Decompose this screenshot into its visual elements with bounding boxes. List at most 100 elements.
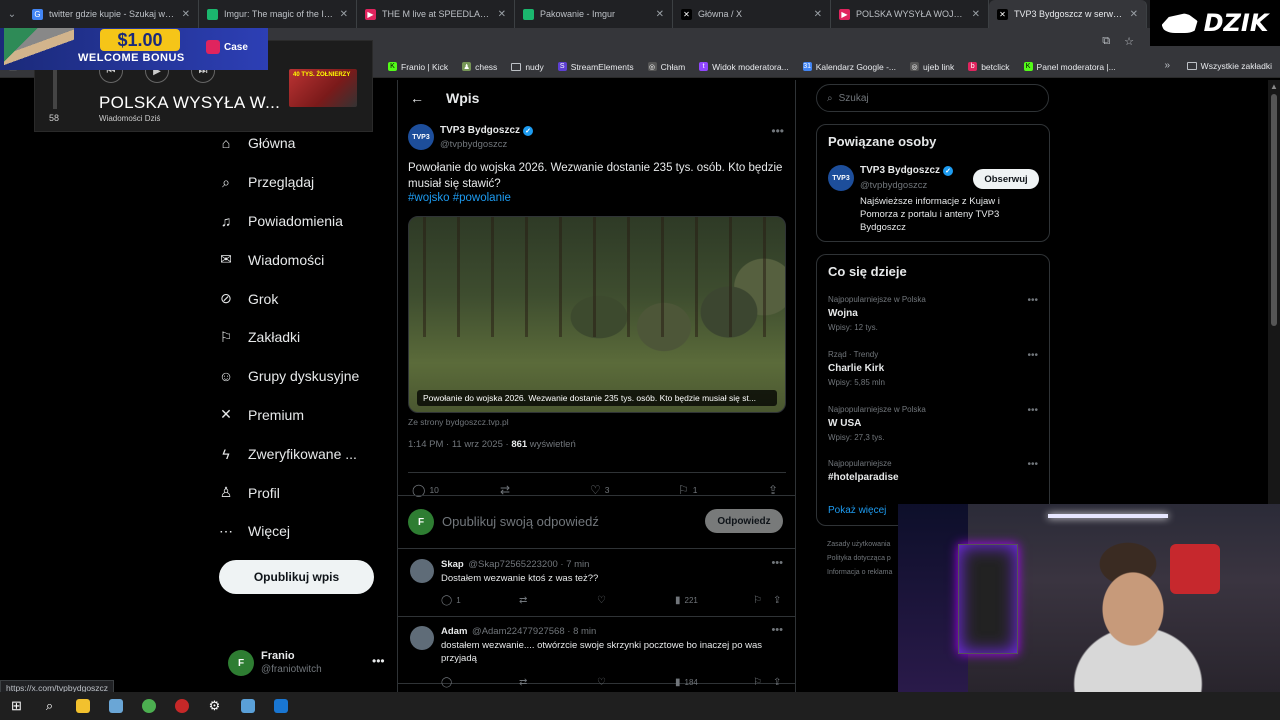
windows-start-icon[interactable]: ⊞ — [0, 692, 33, 720]
file-explorer-icon[interactable] — [66, 692, 99, 720]
avatar[interactable]: TVP3 — [408, 124, 434, 150]
all-bookmarks-button[interactable]: Wszystkie zakładki — [1186, 61, 1272, 71]
bookmark-item[interactable]: t Widok moderatora... — [692, 62, 796, 72]
scroll-up-arrow-icon[interactable]: ▲ — [1270, 82, 1278, 91]
reply-author[interactable]: Skap — [441, 559, 464, 570]
nav-item-communities[interactable]: ☺ Grupy dyskusyjne — [218, 357, 388, 396]
bookmark-item[interactable]: ◎ ujeb link — [903, 62, 961, 72]
nav-item-premium[interactable]: ✕ Premium — [218, 396, 388, 435]
reply-button[interactable]: ◯ — [441, 677, 456, 688]
bookmark-item[interactable]: 31 Kalendarz Google -... — [796, 62, 903, 72]
author-handle[interactable]: @tvpbydgoszcz — [440, 139, 507, 150]
obs-icon[interactable] — [165, 692, 198, 720]
browser-tab[interactable]: ✕ Główna / X ✕ — [673, 0, 831, 28]
more-dots-icon[interactable]: ••• — [1027, 295, 1038, 306]
close-tab-icon[interactable]: ✕ — [814, 9, 822, 20]
reply-item[interactable]: Skap @Skap72565223200 · 7 min Dostałem w… — [398, 551, 795, 617]
bookmark-star-icon[interactable]: ☆ — [1124, 35, 1134, 48]
bookmark-item[interactable]: ♟ chess — [455, 62, 504, 72]
close-tab-icon[interactable]: ✕ — [340, 9, 348, 20]
browser-tab[interactable]: G twitter gdzie kupie - Szukaj w Google … — [24, 0, 199, 28]
close-tab-icon[interactable]: ✕ — [182, 9, 190, 20]
browser-tab[interactable]: ▶ POLSKA WYSYŁA WOJSKO - 40 ✕ — [831, 0, 989, 28]
nav-item-more[interactable]: ⋯ Więcej — [218, 512, 388, 551]
bookmark-item[interactable]: ◎ Chłam — [641, 62, 693, 72]
tweet-hashtags[interactable]: #wojsko #powolanie — [408, 192, 511, 204]
more-dots-icon[interactable]: ••• — [1027, 459, 1038, 470]
nav-item-notifications[interactable]: ♫ Powiadomienia — [218, 202, 388, 241]
nav-item-bookmarks[interactable]: ⚐ Zakładki — [218, 318, 388, 357]
settings-gear-icon[interactable]: ⚙ — [198, 692, 231, 720]
reply-author[interactable]: Adam — [441, 626, 467, 637]
more-dots-icon[interactable]: ••• — [1027, 405, 1038, 416]
account-switcher[interactable]: F Franio @franiotwitch ••• — [228, 650, 388, 680]
repost-button[interactable]: ⇄ — [519, 677, 527, 688]
nav-item-verified-orgs[interactable]: ϟ Zweryfikowane ... — [218, 434, 388, 473]
volume-slider[interactable] — [53, 69, 57, 109]
bookmark-item[interactable]: S StreamElements — [551, 62, 641, 72]
bookmark-item[interactable]: b betclick — [961, 62, 1016, 72]
repost-button[interactable]: ⇄ — [519, 595, 527, 606]
browser-tab[interactable]: Imgur: The magic of the Internet ✕ — [199, 0, 357, 28]
views-button[interactable]: ▮ 221 — [675, 595, 698, 606]
scrollbar-thumb[interactable] — [1271, 94, 1277, 326]
bookmark-item[interactable]: nudy — [504, 62, 550, 72]
avatar[interactable] — [410, 626, 434, 650]
trend-item[interactable]: Najpopularniejsze w Polska Wojna Wpisy: … — [828, 295, 1038, 332]
back-arrow-icon[interactable]: ← — [410, 90, 424, 106]
more-dots-icon[interactable]: ••• — [372, 654, 385, 668]
browser-tab-active[interactable]: ✕ TVP3 Bydgoszcz w serwisie X ✕ — [989, 0, 1147, 28]
trend-item[interactable]: Rząd · Trendy Charlie Kirk Wpisy: 5,85 m… — [828, 350, 1038, 387]
close-tab-icon[interactable]: ✕ — [972, 9, 980, 20]
browser-tab[interactable]: Pakowanie - Imgur ✕ — [515, 0, 673, 28]
more-bookmarks-chevron-icon[interactable]: » — [1164, 60, 1170, 71]
bookmark-button[interactable]: ⚐ — [753, 677, 762, 688]
reply-button[interactable]: ◯ 1 — [441, 595, 461, 606]
nav-item-explore[interactable]: ⌕ Przeglądaj — [218, 163, 388, 202]
close-tab-icon[interactable]: ✕ — [1130, 9, 1138, 20]
app-icon[interactable] — [99, 692, 132, 720]
share-button[interactable]: ⇪ — [773, 595, 781, 606]
reply-input[interactable]: Opublikuj swoją odpowiedź — [442, 514, 599, 529]
avatar[interactable] — [410, 559, 434, 583]
reply-submit-button[interactable]: Odpowiedz — [705, 509, 783, 533]
close-tab-icon[interactable]: ✕ — [498, 9, 506, 20]
browser-tab[interactable]: ▶ THE M live at SPEEDLAND FESTIVAL ✕ — [357, 0, 515, 28]
more-dots-icon[interactable]: ••• — [771, 624, 783, 636]
more-dots-icon[interactable]: ••• — [1027, 350, 1038, 361]
bookmark-button[interactable]: ⚐ — [753, 595, 762, 606]
tweet-link-card-image[interactable]: Powołanie do wojska 2026. Wezwanie dosta… — [408, 216, 786, 413]
like-button[interactable]: ♡ — [597, 677, 606, 688]
close-tab-icon[interactable]: ✕ — [656, 9, 664, 20]
bookmark-item[interactable]: K Panel moderatora |... — [1017, 62, 1123, 72]
nav-item-messages[interactable]: ✉ Wiadomości — [218, 240, 388, 279]
more-dots-icon[interactable]: ••• — [771, 124, 784, 138]
footer-link[interactable]: Informacja o reklama — [827, 566, 892, 580]
app-icon[interactable] — [264, 692, 297, 720]
install-app-icon[interactable]: ⧉ — [1102, 35, 1110, 48]
views-button[interactable]: ▮ 184 — [675, 677, 698, 688]
avatar[interactable]: TVP3 — [828, 165, 854, 191]
related-name-row[interactable]: TVP3 Bydgoszcz ✓ — [860, 165, 954, 176]
app-icon[interactable] — [231, 692, 264, 720]
nav-item-grok[interactable]: ⊘ Grok — [218, 279, 388, 318]
post-button[interactable]: Opublikuj wpis — [219, 560, 374, 594]
share-button[interactable]: ⇪ — [773, 677, 781, 688]
more-dots-icon[interactable]: ••• — [771, 557, 783, 569]
like-button[interactable]: ♡ — [597, 595, 606, 606]
search-input[interactable]: ⌕ Szukaj — [816, 84, 1049, 112]
trend-item[interactable]: Najpopularniejsze w Polska W USA Wpisy: … — [828, 405, 1038, 442]
trend-item[interactable]: Najpopularniejsze #hotelparadise ••• — [828, 459, 1038, 483]
bookmark-item[interactable]: K Franio | Kick — [381, 62, 455, 72]
footer-link[interactable]: Polityka dotycząca p — [827, 552, 892, 566]
reply-item[interactable]: Adam @Adam22477927568 · 8 min dostałem w… — [398, 618, 795, 688]
link-source[interactable]: Ze strony bydgoszcz.tvp.pl — [408, 417, 509, 427]
tweet-time[interactable]: 1:14 PM · 11 wrz 2025 · — [408, 439, 511, 450]
nav-item-profile[interactable]: ♙ Profil — [218, 473, 388, 512]
author-name-row[interactable]: TVP3 Bydgoszcz ✓ — [440, 125, 534, 136]
follow-button[interactable]: Obserwuj — [973, 169, 1039, 189]
show-more-link[interactable]: Pokaż więcej — [828, 505, 886, 516]
footer-link[interactable]: Zasady użytkowania — [827, 538, 892, 552]
chrome-icon[interactable] — [132, 692, 165, 720]
search-icon[interactable]: ⌕ — [33, 692, 66, 720]
